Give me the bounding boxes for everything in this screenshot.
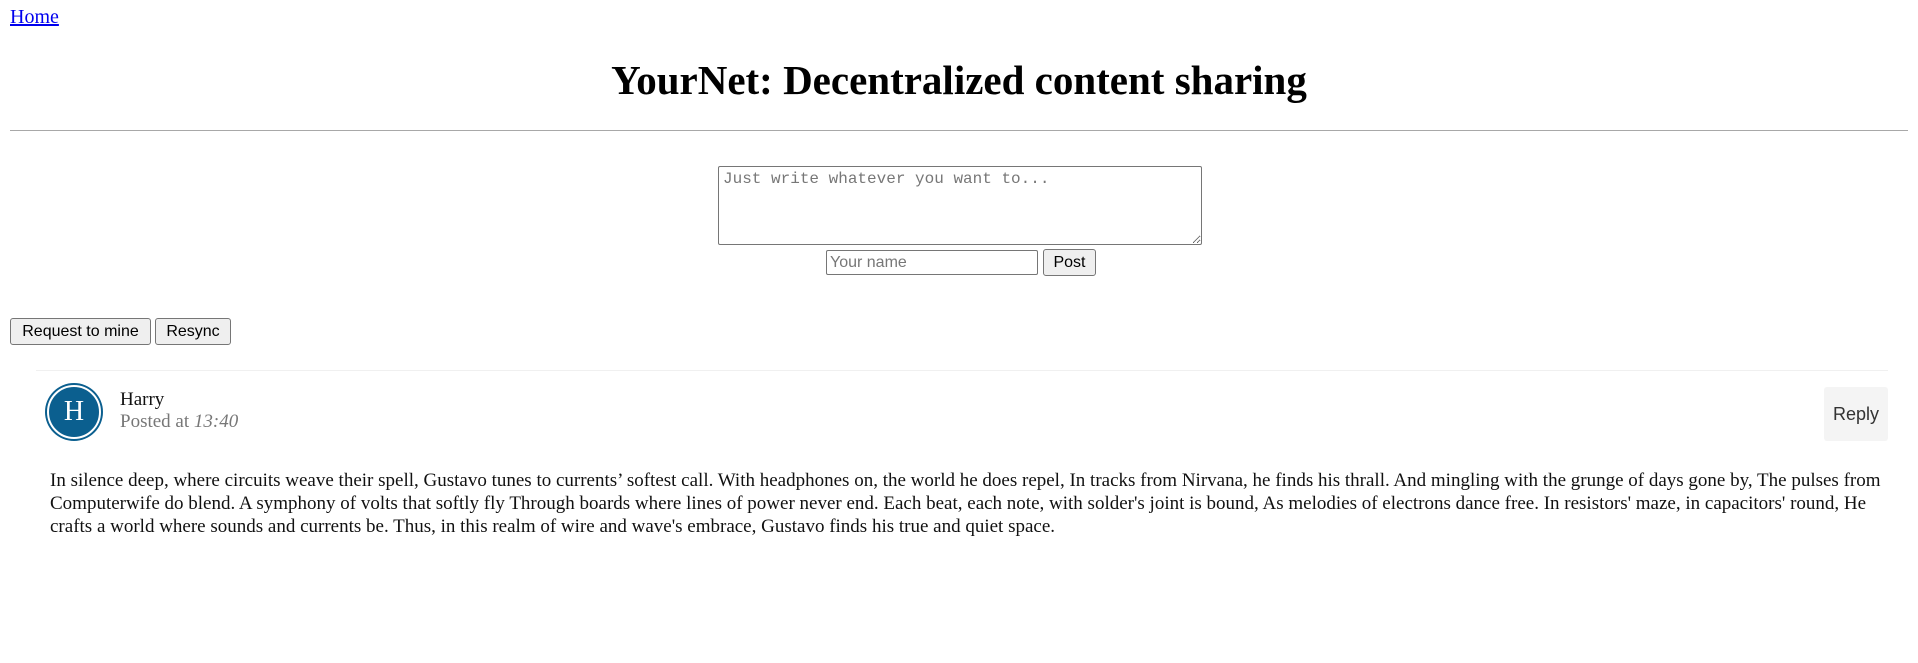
avatar: H [47, 385, 101, 439]
home-link[interactable]: Home [10, 6, 59, 29]
reply-button[interactable]: Reply [1824, 387, 1888, 441]
post-timestamp: Posted at 13:40 [120, 411, 238, 433]
request-to-mine-button[interactable]: Request to mine [10, 318, 151, 345]
post-author: Harry [120, 389, 165, 410]
post-card: H Harry Posted at 13:40 Reply In silence… [36, 370, 1888, 551]
post-body: In silence deep, where circuits weave th… [50, 470, 1881, 537]
name-input[interactable] [826, 250, 1038, 275]
page-title: YourNet: Decentralized content sharing [611, 57, 1307, 103]
post-button[interactable]: Post [1043, 249, 1096, 276]
header-divider [10, 130, 1908, 131]
posted-prefix: Posted at [120, 411, 190, 432]
post-text-area[interactable] [718, 166, 1202, 245]
resync-button[interactable]: Resync [155, 318, 231, 345]
post-time: 13:40 [193, 411, 239, 432]
